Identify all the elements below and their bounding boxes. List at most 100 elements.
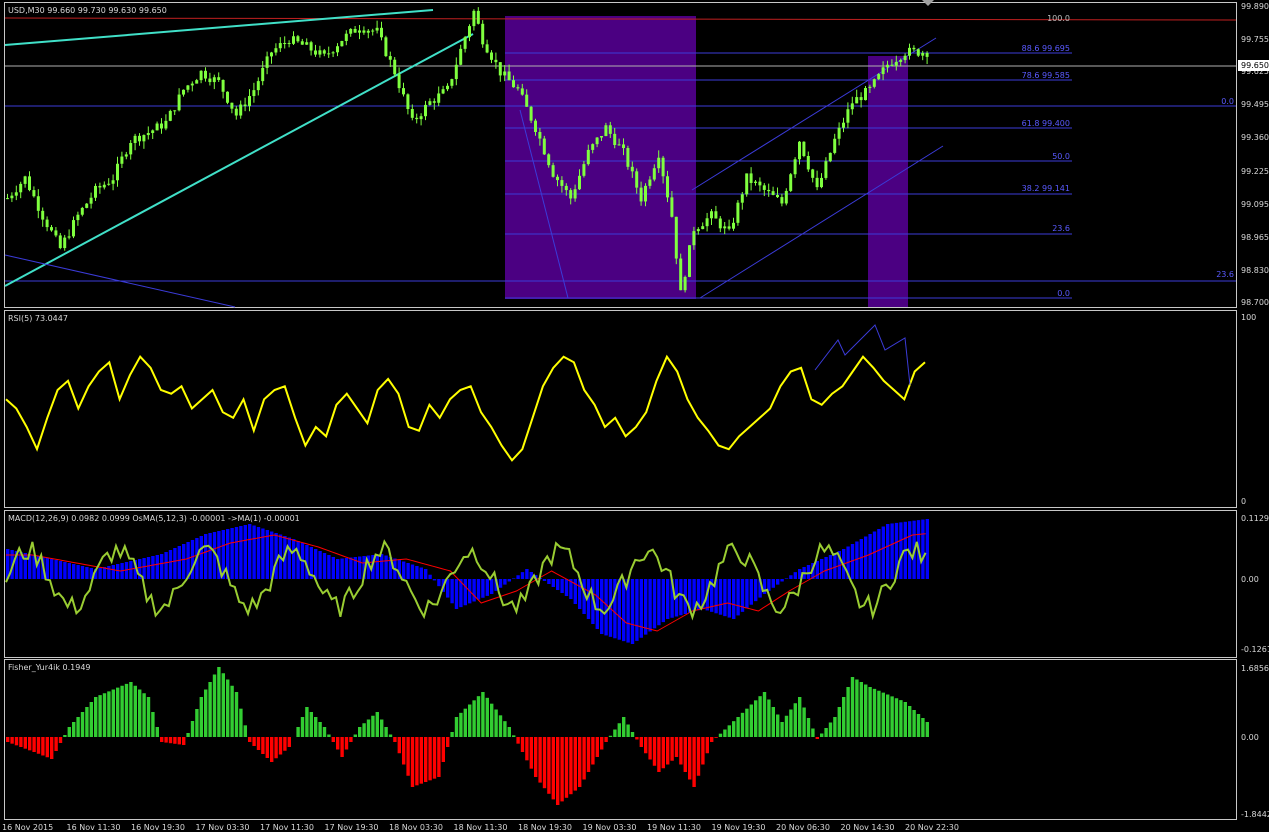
fisher-bar — [780, 722, 784, 737]
fisher-bar — [815, 737, 819, 739]
fisher-bar — [661, 737, 665, 769]
macd-bar — [648, 579, 652, 632]
fisher-bar — [534, 737, 538, 777]
time-tick: 20 Nov 22:30 — [905, 823, 959, 832]
macd-bar — [327, 555, 331, 579]
main-panel[interactable]: 100.0 88.6 99.695 78.6 99.585 0.0 61.8 9… — [4, 0, 1269, 308]
candle-body — [212, 77, 216, 83]
fib-label: 61.8 99.400 — [1022, 119, 1070, 128]
fisher-bar — [525, 737, 529, 761]
candle-body — [925, 52, 929, 57]
fisher-bar — [740, 712, 745, 737]
candle-body — [806, 155, 810, 170]
candle-body — [208, 78, 212, 83]
candle-body — [771, 191, 775, 195]
candle-body — [613, 133, 617, 146]
candle-body — [85, 203, 89, 208]
time-axis[interactable]: 16 Nov 2015 16 Nov 11:30 16 Nov 19:30 17 No… — [2, 823, 959, 832]
price-axis[interactable]: 99.890 99.755 99.625 99.495 99.360 99.22… — [1238, 2, 1269, 307]
candle-body — [877, 74, 881, 80]
fisher-bar — [432, 737, 437, 779]
candle-body — [551, 165, 555, 177]
fib-labels: 100.0 88.6 99.695 78.6 99.585 0.0 61.8 9… — [1022, 14, 1234, 298]
candle-body — [124, 154, 128, 157]
macd-panel[interactable]: MACD(12,26,9) 0.0982 0.0999 OsMA(5,12,3)… — [5, 514, 1269, 654]
macd-bar — [806, 565, 811, 579]
candle-body — [666, 176, 669, 198]
macd-bar — [507, 579, 511, 582]
candle-body — [283, 43, 287, 45]
fisher-bar — [921, 718, 925, 737]
fisher-bar — [111, 689, 115, 737]
macd-bar — [23, 553, 27, 579]
fisher-bar — [802, 707, 806, 737]
fib-box-right — [868, 56, 908, 307]
fisher-bar — [300, 717, 305, 737]
fisher-bar — [591, 737, 595, 765]
fisher-bar — [358, 727, 362, 737]
fisher-panel[interactable]: Fisher_Yur4ik 0.1949 1.6856 0.00 -1.8442 — [6, 663, 1269, 819]
fisher-histogram — [6, 667, 929, 805]
candle-body — [138, 135, 141, 142]
fib-label: 88.6 99.695 — [1022, 44, 1070, 53]
macd-bar — [877, 529, 881, 579]
fisher-bar — [107, 691, 111, 737]
macd-bar — [520, 572, 525, 579]
candle-body — [824, 161, 828, 178]
fisher-bar — [490, 703, 494, 737]
candle-body — [547, 154, 551, 166]
fisher-bar — [10, 737, 14, 744]
time-tick: 20 Nov 06:30 — [776, 823, 830, 832]
fisher-bar — [151, 712, 155, 737]
macd-bar — [828, 555, 833, 579]
macd-bar — [384, 555, 388, 579]
candle-body — [538, 131, 542, 139]
candle-body — [366, 30, 370, 33]
macd-histogram — [6, 519, 929, 644]
fisher-bar — [547, 737, 551, 794]
fisher-bar — [362, 723, 366, 737]
fisher-bar — [164, 737, 168, 743]
time-tick: 18 Nov 11:30 — [454, 823, 508, 832]
candle-body — [133, 135, 137, 144]
candle-body — [529, 106, 533, 121]
macd-bar — [604, 579, 608, 636]
macd-bar — [424, 569, 428, 579]
fisher-bar — [182, 737, 186, 745]
fisher-bar — [758, 696, 762, 737]
candle-body — [380, 27, 383, 38]
fisher-bar — [820, 733, 824, 737]
candle-body — [424, 104, 427, 117]
candle-body — [767, 189, 771, 192]
trendline[interactable] — [4, 33, 474, 287]
fisher-title: Fisher_Yur4ik 0.1949 — [8, 663, 91, 672]
candle-body — [793, 159, 797, 175]
candle-body — [362, 30, 366, 33]
fisher-bar — [353, 734, 357, 737]
time-tick: 19 Nov 03:30 — [583, 823, 637, 832]
candle-body — [701, 226, 705, 230]
candle-body — [14, 192, 18, 196]
fisher-bar — [349, 737, 353, 742]
fisher-bar — [234, 692, 239, 737]
macd-bar — [146, 557, 151, 579]
macd-bar — [58, 561, 63, 579]
time-tick: 16 Nov 2015 — [2, 823, 53, 832]
candle-body — [19, 183, 23, 193]
macd-bar — [780, 579, 784, 582]
candle-body — [353, 28, 357, 33]
trendline[interactable] — [4, 9, 434, 46]
candle-body — [789, 174, 793, 191]
candle-body — [384, 37, 388, 57]
rsi-panel[interactable]: RSI(5) 73.0447 100 0 — [5, 313, 1256, 506]
fisher-bar — [670, 737, 674, 761]
macd-bar — [63, 562, 67, 579]
macd-bar — [490, 579, 494, 594]
candle-body — [556, 176, 559, 181]
trading-chart[interactable]: 100.0 88.6 99.695 78.6 99.585 0.0 61.8 9… — [0, 0, 1269, 832]
rsi-tick: 100 — [1241, 313, 1256, 322]
macd-bar — [749, 579, 753, 605]
macd-bar — [292, 539, 296, 579]
fisher-bar — [212, 674, 217, 737]
macd-tick: 0.00 — [1241, 575, 1259, 584]
